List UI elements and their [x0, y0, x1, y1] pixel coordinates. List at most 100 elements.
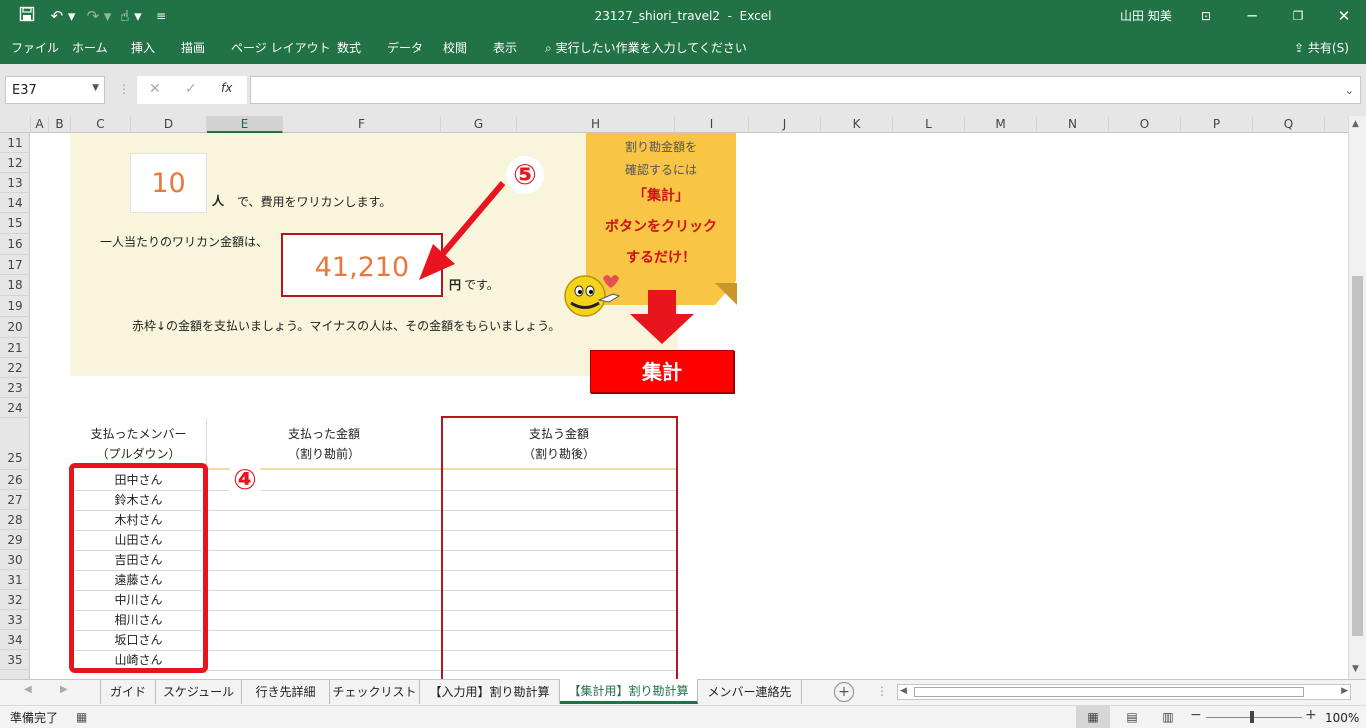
- name-box[interactable]: E37 ▼: [5, 76, 105, 104]
- sheet-tab-summary-split[interactable]: 【集計用】割り勘計算: [560, 679, 698, 704]
- row-header[interactable]: 11: [0, 133, 30, 153]
- row-header[interactable]: 15: [0, 213, 30, 234]
- worksheet-grid[interactable]: 10 人 で、費用をワリカンします。 一人当たりのワリカン金額は、 41,210…: [31, 133, 1348, 679]
- row-header[interactable]: 28: [0, 510, 30, 530]
- row-header[interactable]: 34: [0, 630, 30, 650]
- sheet-tab-input-split[interactable]: 【入力用】割り勘計算: [420, 680, 560, 704]
- share-button[interactable]: ⇪ 共有(S): [1294, 40, 1349, 56]
- column-header-a[interactable]: A: [31, 116, 49, 133]
- row-header[interactable]: 21: [0, 338, 30, 358]
- tab-review[interactable]: 校閲: [443, 40, 467, 56]
- tab-scroll-left-icon[interactable]: ◀: [24, 684, 32, 695]
- aggregate-button[interactable]: 集計: [590, 350, 734, 393]
- row-header[interactable]: 17: [0, 255, 30, 275]
- topay-column-frame: [441, 416, 678, 679]
- sheet-tab-schedule[interactable]: スケジュール: [156, 680, 242, 704]
- sheet-tab-contacts[interactable]: メンバー連絡先: [698, 680, 802, 704]
- zoom-slider[interactable]: [1206, 717, 1302, 718]
- column-header-c[interactable]: C: [71, 116, 131, 133]
- row-header[interactable]: 29: [0, 530, 30, 550]
- people-count-cell[interactable]: 10: [130, 153, 207, 213]
- column-header-d[interactable]: D: [131, 116, 207, 133]
- tab-view[interactable]: 表示: [493, 40, 517, 56]
- tab-scroll-right-icon[interactable]: ▶: [60, 684, 68, 695]
- tab-home[interactable]: ホーム: [72, 40, 108, 56]
- page-layout-view-icon[interactable]: ▤: [1120, 706, 1144, 728]
- zoom-out-icon[interactable]: −: [1190, 707, 1202, 723]
- column-header-o[interactable]: O: [1109, 116, 1181, 133]
- row-header[interactable]: 24: [0, 398, 30, 418]
- zoom-level[interactable]: 100%: [1325, 710, 1359, 726]
- column-header-l[interactable]: L: [893, 116, 965, 133]
- expand-formula-bar-icon[interactable]: ⌄: [1345, 84, 1354, 97]
- column-header-p[interactable]: P: [1181, 116, 1253, 133]
- column-header-e[interactable]: E: [207, 116, 283, 133]
- row-header[interactable]: 30: [0, 550, 30, 570]
- column-header-n[interactable]: N: [1037, 116, 1109, 133]
- ribbon-display-options-icon[interactable]: ⊡: [1196, 6, 1216, 26]
- zoom-slider-thumb[interactable]: [1250, 711, 1254, 723]
- sheet-tab-guide[interactable]: ガイド: [100, 680, 156, 704]
- row-header[interactable]: 25: [0, 418, 30, 470]
- tab-draw[interactable]: 描画: [181, 40, 205, 56]
- chevron-down-icon[interactable]: ▼: [92, 83, 99, 93]
- tab-formulas[interactable]: 数式: [337, 40, 361, 56]
- insert-function-icon[interactable]: fx: [221, 81, 232, 95]
- tab-file[interactable]: ファイル: [11, 40, 59, 56]
- column-header-h[interactable]: H: [517, 116, 675, 133]
- vertical-scrollbar[interactable]: ▲ ▼: [1348, 116, 1366, 679]
- tell-me-search[interactable]: ⌕ 実行したい作業を入力してください: [545, 40, 747, 56]
- user-name[interactable]: 山田 知美: [1120, 8, 1172, 24]
- column-header-j[interactable]: J: [749, 116, 821, 133]
- row-header[interactable]: 27: [0, 490, 30, 510]
- close-icon[interactable]: ✕: [1334, 6, 1354, 26]
- row-header[interactable]: 16: [0, 234, 30, 255]
- tab-data[interactable]: データ: [387, 40, 423, 56]
- tab-page-layout[interactable]: ページ レイアウト: [231, 40, 331, 56]
- hscroll-right-icon[interactable]: ▶: [1341, 686, 1348, 696]
- horizontal-scrollbar[interactable]: ◀ ▶: [897, 684, 1351, 700]
- row-header[interactable]: 32: [0, 590, 30, 610]
- row-header[interactable]: 31: [0, 570, 30, 590]
- row-header[interactable]: 18: [0, 275, 30, 296]
- tab-insert[interactable]: 挿入: [131, 40, 155, 56]
- row-header[interactable]: 26: [0, 470, 30, 490]
- horizontal-scroll-thumb[interactable]: [914, 687, 1304, 697]
- normal-view-icon[interactable]: ▦: [1076, 706, 1110, 728]
- macro-record-icon[interactable]: ▦: [76, 710, 87, 724]
- sheet-tab-checklist[interactable]: チェックリスト: [330, 680, 420, 704]
- row-header[interactable]: 22: [0, 358, 30, 378]
- row-header[interactable]: 12: [0, 153, 30, 173]
- column-header-b[interactable]: B: [49, 116, 71, 133]
- restore-icon[interactable]: ❐: [1288, 6, 1308, 26]
- row-header[interactable]: 14: [0, 193, 30, 213]
- scroll-up-icon[interactable]: ▲: [1352, 119, 1359, 129]
- minimize-icon[interactable]: ─: [1242, 6, 1262, 26]
- zoom-in-icon[interactable]: +: [1305, 707, 1317, 723]
- column-header-i[interactable]: I: [675, 116, 749, 133]
- select-all-corner[interactable]: [0, 116, 31, 133]
- page-break-view-icon[interactable]: ▥: [1156, 706, 1180, 728]
- row-header[interactable]: 19: [0, 296, 30, 317]
- vertical-scroll-thumb[interactable]: [1352, 276, 1363, 636]
- row-header[interactable]: 20: [0, 317, 30, 338]
- column-header-g[interactable]: G: [441, 116, 517, 133]
- row-header[interactable]: 33: [0, 610, 30, 630]
- scroll-down-icon[interactable]: ▼: [1352, 664, 1359, 674]
- sticky-line-4: ボタンをクリック: [605, 219, 717, 235]
- formula-input[interactable]: ⌄: [250, 76, 1361, 104]
- row-header[interactable]: 23: [0, 378, 30, 398]
- column-header-k[interactable]: K: [821, 116, 893, 133]
- row-header[interactable]: 35: [0, 650, 30, 670]
- column-header-q[interactable]: Q: [1253, 116, 1325, 133]
- add-sheet-icon[interactable]: +: [834, 682, 854, 702]
- row-header[interactable]: 13: [0, 173, 30, 193]
- column-header-f[interactable]: F: [283, 116, 441, 133]
- tab-split-handle-icon[interactable]: ⋮: [876, 684, 888, 698]
- column-header-m[interactable]: M: [965, 116, 1037, 133]
- cancel-icon[interactable]: ✕: [149, 81, 161, 97]
- hscroll-left-icon[interactable]: ◀: [900, 686, 907, 696]
- col-header-member: 支払ったメンバー （プルダウン）: [70, 424, 207, 464]
- sheet-tab-destination[interactable]: 行き先詳細: [242, 680, 330, 704]
- enter-icon[interactable]: ✓: [185, 81, 197, 97]
